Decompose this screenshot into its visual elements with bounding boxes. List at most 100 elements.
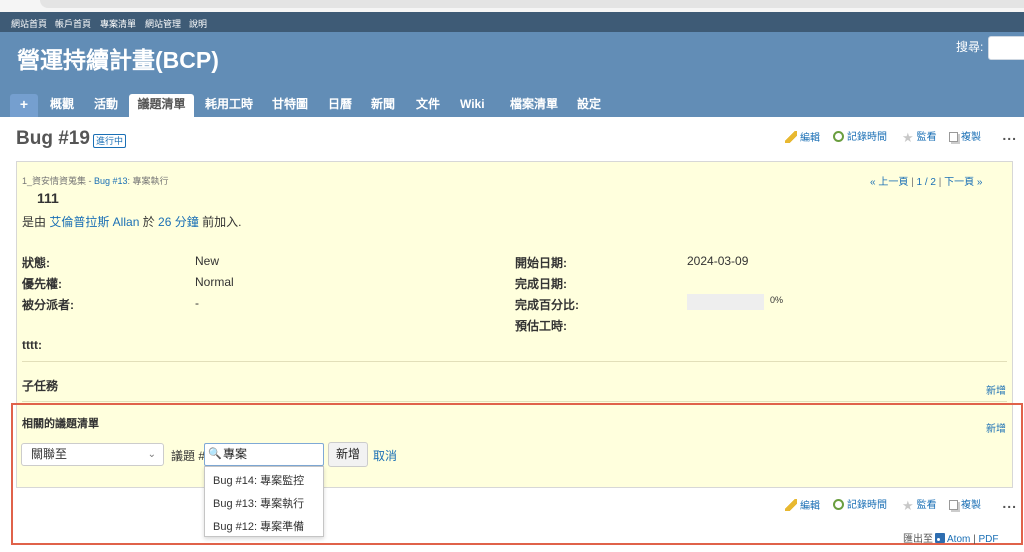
author-prefix: 是由 bbox=[22, 215, 50, 229]
log-time-label: 記錄時間 bbox=[847, 132, 887, 143]
priority-value: Normal bbox=[195, 275, 234, 289]
copy-icon bbox=[949, 500, 958, 510]
tab-documents[interactable]: 文件 bbox=[416, 94, 440, 117]
tab-overview[interactable]: 概觀 bbox=[50, 94, 74, 117]
issue-title: Bug #19 bbox=[16, 128, 90, 149]
tab-activity[interactable]: 活動 bbox=[94, 94, 118, 117]
more-menu-button[interactable]: ... bbox=[1002, 127, 1017, 143]
watch-label: 監看 bbox=[916, 500, 937, 511]
issue-pagination: « 上一頁 | 1 / 2 | 下一頁 » bbox=[870, 173, 982, 188]
export-label: 匯出至 bbox=[903, 534, 933, 545]
pencil-icon bbox=[785, 499, 797, 511]
relations-highlight bbox=[11, 403, 1023, 545]
watch-label: 監看 bbox=[916, 132, 937, 143]
export-separator: | bbox=[970, 534, 979, 545]
subtasks-add-link[interactable]: 新增 bbox=[986, 382, 1006, 397]
watch-button[interactable]: ★ 監看 bbox=[902, 131, 937, 145]
copy-label: 複製 bbox=[961, 500, 981, 511]
next-link[interactable]: 下一頁 » bbox=[944, 177, 982, 188]
tab-issues[interactable]: 議題清單 bbox=[129, 94, 194, 117]
tab-time-entries[interactable]: 耗用工時 bbox=[205, 94, 253, 117]
parent-subject: : 專案執行 bbox=[127, 176, 169, 186]
autocomplete-item[interactable]: Bug #13: 專案執行 bbox=[213, 495, 304, 511]
divider bbox=[22, 361, 1007, 362]
relation-cancel-link[interactable]: 取消 bbox=[373, 447, 397, 464]
actions-top: 編輯 記錄時間 ★ 監看 複製 ... bbox=[785, 127, 1020, 147]
parent-issue-link[interactable]: Bug #13 bbox=[94, 176, 128, 186]
autocomplete-item[interactable]: Bug #14: 專案監控 bbox=[213, 472, 304, 488]
tab-wiki[interactable]: Wiki bbox=[460, 94, 485, 117]
author-mid: 於 bbox=[139, 215, 159, 229]
start-date-label: 開始日期: bbox=[515, 256, 567, 270]
custom-field-label: tttt: bbox=[22, 338, 42, 352]
top-menu-help[interactable]: 說明 bbox=[189, 17, 207, 30]
assignee-label: 被分派者: bbox=[22, 298, 74, 312]
parent-path: 1_資安情資蒐集 - bbox=[22, 176, 95, 186]
copy-button[interactable]: 複製 bbox=[949, 131, 981, 145]
edit-button[interactable]: 編輯 bbox=[785, 131, 820, 146]
edit-label: 編輯 bbox=[800, 133, 820, 144]
log-time-label: 記錄時間 bbox=[847, 500, 887, 511]
tab-files[interactable]: 檔案清單 bbox=[510, 94, 558, 117]
pencil-icon bbox=[785, 131, 797, 143]
top-menu-home[interactable]: 網站首頁 bbox=[11, 17, 47, 30]
actions-bottom: 編輯 記錄時間 ★ 監看 複製 ... bbox=[785, 495, 1020, 515]
assignee-value: - bbox=[195, 296, 199, 310]
copy-label: 複製 bbox=[961, 132, 981, 143]
clock-icon bbox=[833, 131, 844, 142]
copy-icon bbox=[949, 132, 958, 142]
top-menu-projects[interactable]: 專案清單 bbox=[100, 17, 136, 30]
browser-strip bbox=[0, 0, 1024, 12]
more-menu-button[interactable]: ... bbox=[1002, 495, 1017, 511]
done-ratio-label: 完成百分比: bbox=[515, 298, 579, 312]
relation-input-value: 專案 bbox=[223, 447, 248, 461]
feed-icon bbox=[935, 533, 945, 543]
star-icon: ★ bbox=[902, 498, 914, 513]
subtasks-title: 子任務 bbox=[22, 379, 59, 393]
relation-issue-input[interactable]: 🔍 專案 bbox=[204, 443, 324, 466]
status-badge: 進行中 bbox=[93, 134, 127, 148]
edit-button[interactable]: 編輯 bbox=[785, 499, 820, 514]
time-ago-link[interactable]: 26 分鐘 bbox=[158, 215, 199, 229]
divider bbox=[22, 401, 1007, 402]
address-bar bbox=[40, 0, 1024, 8]
tab-settings[interactable]: 設定 bbox=[577, 94, 601, 117]
nav-separator: | bbox=[908, 177, 917, 188]
priority-label: 優先權: bbox=[22, 277, 62, 291]
watch-button[interactable]: ★ 監看 bbox=[902, 499, 937, 513]
relation-type-select[interactable]: 關聯至 ⌄ bbox=[21, 443, 164, 466]
copy-button[interactable]: 複製 bbox=[949, 499, 981, 513]
relation-issue-label: 議題 # bbox=[171, 449, 206, 463]
start-date-value: 2024-03-09 bbox=[687, 254, 749, 268]
author-suffix: 前加入. bbox=[198, 215, 242, 229]
tab-news[interactable]: 新聞 bbox=[371, 94, 395, 117]
log-time-button[interactable]: 記錄時間 bbox=[833, 131, 887, 145]
status-value: New bbox=[195, 254, 220, 268]
log-time-button[interactable]: 記錄時間 bbox=[833, 499, 887, 513]
done-ratio-value: 0% bbox=[770, 295, 784, 305]
relation-add-button[interactable]: 新增 bbox=[328, 442, 368, 467]
tab-gantt[interactable]: 甘特圖 bbox=[272, 94, 308, 117]
pdf-link[interactable]: PDF bbox=[979, 534, 999, 545]
search-label: 搜尋: bbox=[956, 40, 984, 54]
author-line: 是由 艾倫普拉斯 Allan 於 26 分鐘 前加入. bbox=[22, 213, 241, 230]
main-tabs: + 概觀 活動 議題清單 耗用工時 甘特圖 日曆 新聞 文件 Wiki 檔案清單… bbox=[0, 94, 1024, 117]
due-date-label: 完成日期: bbox=[515, 277, 567, 291]
nav-position[interactable]: 1 / 2 bbox=[917, 177, 936, 188]
chevron-down-icon: ⌄ bbox=[147, 449, 156, 460]
top-menu-administration[interactable]: 網站管理 bbox=[145, 17, 181, 30]
top-menu-my-page[interactable]: 帳戶首頁 bbox=[55, 17, 91, 30]
parent-issue-line: 1_資安情資蒐集 - Bug #13: 專案執行 bbox=[22, 174, 169, 187]
prev-link[interactable]: « 上一頁 bbox=[870, 177, 908, 188]
author-link[interactable]: 艾倫普拉斯 Allan bbox=[49, 215, 139, 229]
tab-calendar[interactable]: 日曆 bbox=[328, 94, 352, 117]
search-input[interactable] bbox=[988, 36, 1024, 60]
status-label: 狀態: bbox=[22, 256, 50, 270]
tab-new[interactable]: + bbox=[10, 94, 38, 117]
search-icon: 🔍 bbox=[208, 448, 222, 460]
autocomplete-item[interactable]: Bug #12: 專案準備 bbox=[213, 518, 304, 534]
atom-link[interactable]: Atom bbox=[947, 534, 970, 545]
export-links: 匯出至 Atom | PDF bbox=[903, 530, 999, 545]
edit-label: 編輯 bbox=[800, 501, 820, 512]
nav-separator: | bbox=[935, 177, 945, 188]
